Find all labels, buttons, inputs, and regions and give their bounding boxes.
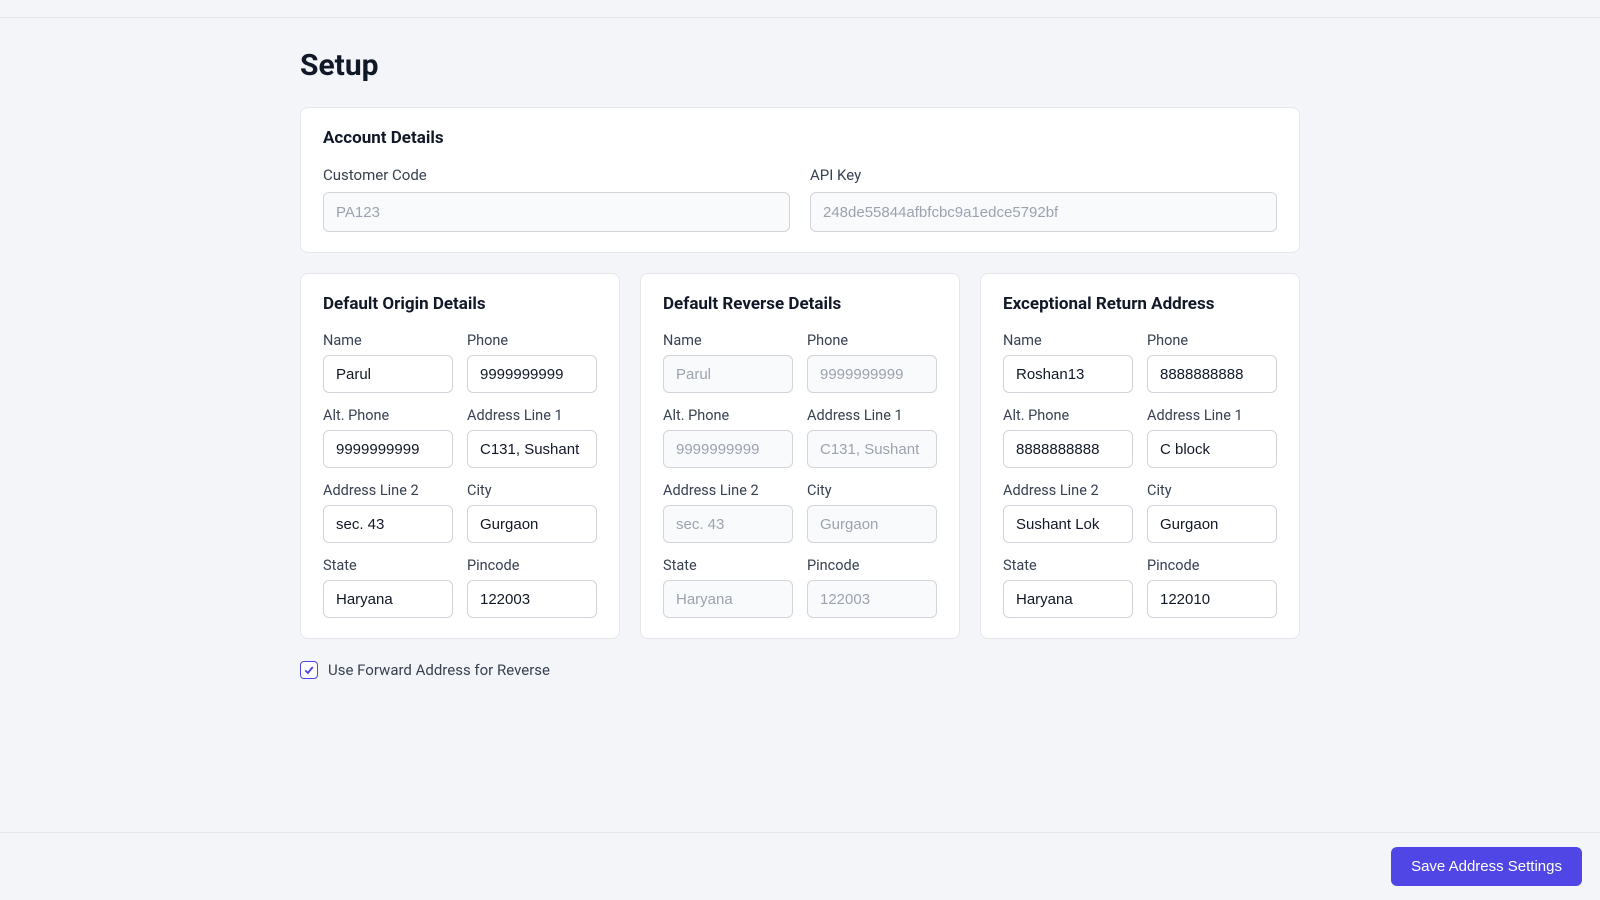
reverse-details-card: Default Reverse Details Name Phone Alt. … [640, 273, 960, 639]
api-key-input[interactable] [810, 192, 1277, 232]
origin-pincode-label: Pincode [467, 557, 597, 574]
exceptional-name-input[interactable] [1003, 355, 1133, 393]
reverse-pincode-input [807, 580, 937, 618]
exceptional-altphone-label: Alt. Phone [1003, 407, 1133, 424]
exceptional-state-label: State [1003, 557, 1133, 574]
origin-phone-input[interactable] [467, 355, 597, 393]
exceptional-altphone-input[interactable] [1003, 430, 1133, 468]
origin-addr1-input[interactable] [467, 430, 597, 468]
origin-phone-label: Phone [467, 332, 597, 349]
exceptional-city-label: City [1147, 482, 1277, 499]
origin-altphone-input[interactable] [323, 430, 453, 468]
origin-city-label: City [467, 482, 597, 499]
exceptional-heading: Exceptional Return Address [1003, 294, 1277, 314]
reverse-altphone-label: Alt. Phone [663, 407, 793, 424]
api-key-field: API Key [810, 166, 1277, 232]
exceptional-state-input[interactable] [1003, 580, 1133, 618]
exceptional-addr2-label: Address Line 2 [1003, 482, 1133, 499]
origin-state-label: State [323, 557, 453, 574]
origin-addr2-label: Address Line 2 [323, 482, 453, 499]
reverse-addr1-label: Address Line 1 [807, 407, 937, 424]
reverse-heading: Default Reverse Details [663, 294, 937, 314]
use-forward-checkbox[interactable] [300, 661, 318, 679]
check-icon [303, 664, 315, 676]
exceptional-addr1-label: Address Line 1 [1147, 407, 1277, 424]
reverse-state-input [663, 580, 793, 618]
reverse-altphone-input [663, 430, 793, 468]
account-details-heading: Account Details [323, 128, 1277, 148]
account-details-card: Account Details Customer Code API Key [300, 107, 1300, 253]
reverse-phone-input [807, 355, 937, 393]
customer-code-input[interactable] [323, 192, 790, 232]
reverse-addr2-input [663, 505, 793, 543]
exceptional-addr1-input[interactable] [1147, 430, 1277, 468]
exceptional-addr2-input[interactable] [1003, 505, 1133, 543]
origin-city-input[interactable] [467, 505, 597, 543]
customer-code-field: Customer Code [323, 166, 790, 232]
origin-name-input[interactable] [323, 355, 453, 393]
reverse-phone-label: Phone [807, 332, 937, 349]
footer-bar: Save Address Settings [0, 832, 1600, 900]
top-divider [0, 0, 1600, 18]
exceptional-return-card: Exceptional Return Address Name Phone Al… [980, 273, 1300, 639]
exceptional-phone-input[interactable] [1147, 355, 1277, 393]
page-title: Setup [300, 48, 1300, 83]
exceptional-city-input[interactable] [1147, 505, 1277, 543]
reverse-name-label: Name [663, 332, 793, 349]
api-key-label: API Key [810, 166, 1277, 184]
save-address-settings-button[interactable]: Save Address Settings [1391, 847, 1582, 886]
page-content: Setup Account Details Customer Code API … [300, 18, 1300, 789]
reverse-pincode-label: Pincode [807, 557, 937, 574]
exceptional-name-label: Name [1003, 332, 1133, 349]
reverse-city-label: City [807, 482, 937, 499]
origin-altphone-label: Alt. Phone [323, 407, 453, 424]
exceptional-pincode-label: Pincode [1147, 557, 1277, 574]
origin-details-card: Default Origin Details Name Phone Alt. P… [300, 273, 620, 639]
use-forward-label: Use Forward Address for Reverse [328, 661, 550, 679]
reverse-addr2-label: Address Line 2 [663, 482, 793, 499]
customer-code-label: Customer Code [323, 166, 790, 184]
origin-addr1-label: Address Line 1 [467, 407, 597, 424]
origin-state-input[interactable] [323, 580, 453, 618]
reverse-name-input [663, 355, 793, 393]
exceptional-phone-label: Phone [1147, 332, 1277, 349]
reverse-state-label: State [663, 557, 793, 574]
origin-pincode-input[interactable] [467, 580, 597, 618]
origin-addr2-input[interactable] [323, 505, 453, 543]
origin-heading: Default Origin Details [323, 294, 597, 314]
exceptional-pincode-input[interactable] [1147, 580, 1277, 618]
reverse-city-input [807, 505, 937, 543]
origin-name-label: Name [323, 332, 453, 349]
reverse-addr1-input [807, 430, 937, 468]
